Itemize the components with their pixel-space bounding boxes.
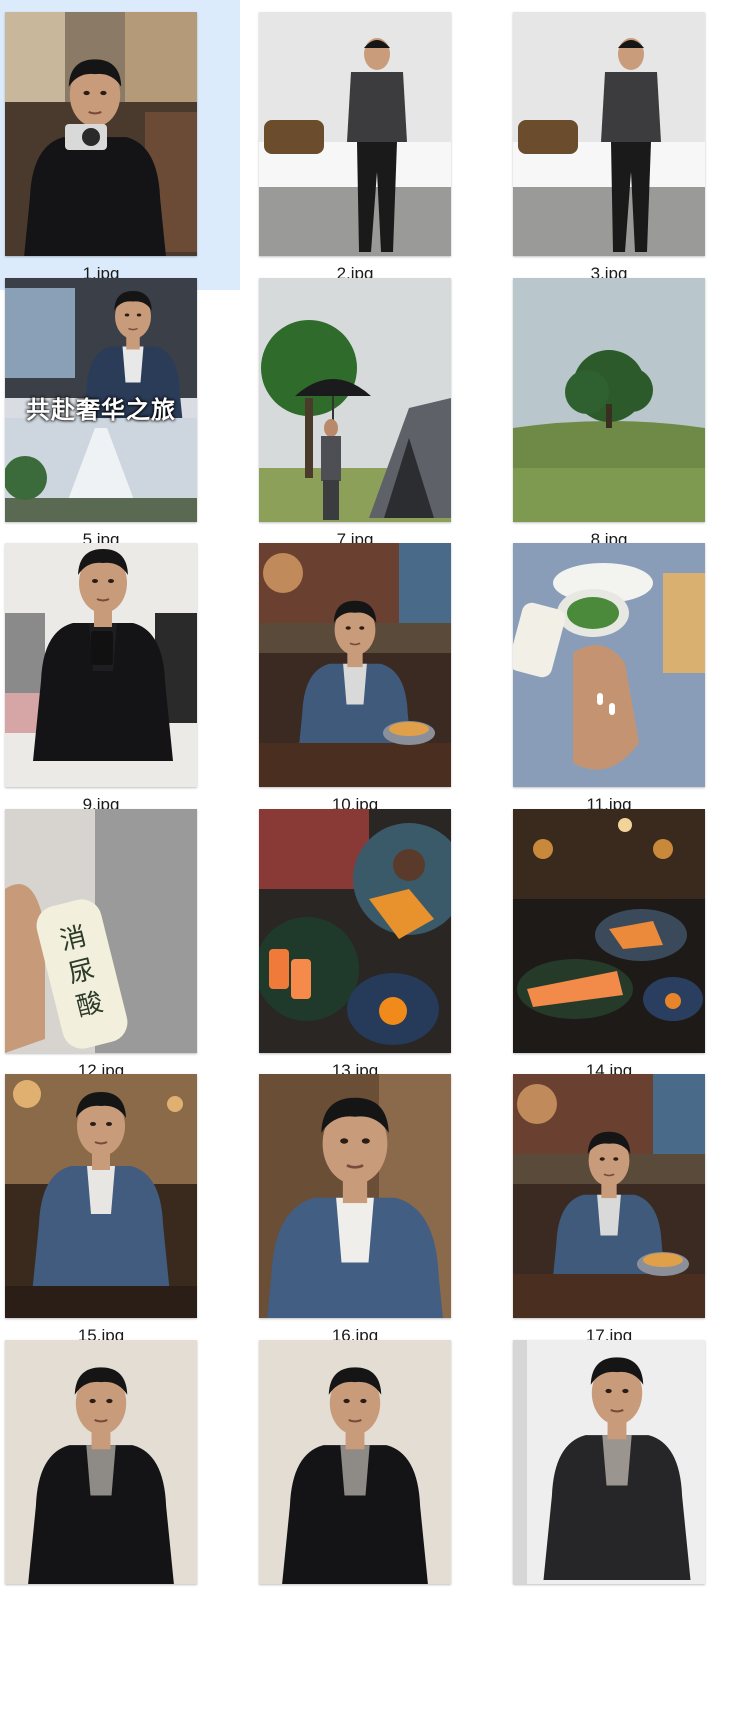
image-thumbnail[interactable]	[513, 809, 705, 1053]
image-thumbnail[interactable]	[259, 809, 451, 1053]
file-item[interactable]: 14.jpg	[508, 797, 748, 1087]
file-thumbnail-grid: 1.jpg 2.jpg 3.jpg 共赴奢华之旅 5.jpg 7.jpg 8.j…	[0, 0, 752, 1712]
image-thumbnail[interactable]	[513, 278, 705, 522]
image-thumbnail[interactable]	[513, 543, 705, 787]
file-item[interactable]	[508, 1328, 748, 1618]
image-thumbnail[interactable]	[513, 1340, 705, 1584]
file-item[interactable]: 7.jpg	[254, 266, 494, 556]
file-item[interactable]: 共赴奢华之旅 5.jpg	[0, 266, 240, 556]
image-thumbnail[interactable]	[259, 1074, 451, 1318]
file-item[interactable]: 17.jpg	[508, 1062, 748, 1352]
file-item[interactable]: 消 尿 酸 12.jpg	[0, 797, 240, 1087]
image-thumbnail[interactable]	[259, 12, 451, 256]
file-item[interactable]: 9.jpg	[0, 531, 240, 821]
file-item[interactable]	[254, 1328, 494, 1618]
file-item[interactable]	[0, 1328, 240, 1618]
image-thumbnail[interactable]: 共赴奢华之旅	[5, 278, 197, 522]
file-item[interactable]: 11.jpg	[508, 531, 748, 821]
image-thumbnail[interactable]	[259, 1340, 451, 1584]
file-item[interactable]: 2.jpg	[254, 0, 494, 290]
image-thumbnail[interactable]	[5, 12, 197, 256]
file-item[interactable]: 15.jpg	[0, 1062, 240, 1352]
image-thumbnail[interactable]	[513, 1074, 705, 1318]
image-thumbnail[interactable]	[513, 12, 705, 256]
image-thumbnail[interactable]	[5, 1340, 197, 1584]
image-thumbnail[interactable]	[5, 1074, 197, 1318]
file-item[interactable]: 8.jpg	[508, 266, 748, 556]
image-thumbnail[interactable]: 消 尿 酸	[5, 809, 197, 1053]
image-thumbnail[interactable]	[259, 278, 451, 522]
file-item[interactable]: 10.jpg	[254, 531, 494, 821]
file-item[interactable]: 16.jpg	[254, 1062, 494, 1352]
file-item[interactable]: 1.jpg	[0, 0, 240, 290]
thumbnail-overlay-text: 共赴奢华之旅	[26, 396, 176, 424]
image-thumbnail[interactable]	[5, 543, 197, 787]
file-item[interactable]: 3.jpg	[508, 0, 748, 290]
image-thumbnail[interactable]	[259, 543, 451, 787]
file-item[interactable]: 13.jpg	[254, 797, 494, 1087]
